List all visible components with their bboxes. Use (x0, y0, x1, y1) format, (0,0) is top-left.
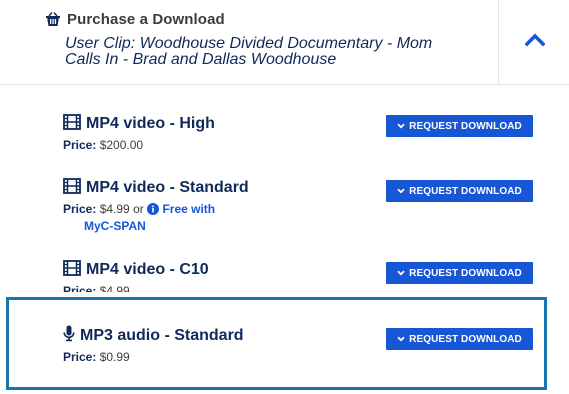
film-icon (63, 259, 81, 281)
purchase-download-header: Purchase a Download User Clip: Woodhouse… (0, 0, 569, 85)
option-title: MP4 video - C10 (86, 261, 209, 278)
chevron-down-icon (397, 268, 405, 279)
option-title: MP4 video - Standard (86, 179, 249, 196)
request-download-button[interactable]: REQUEST DOWNLOAD (386, 262, 533, 284)
option-title: MP4 video - High (86, 115, 215, 132)
chevron-down-icon (397, 186, 405, 197)
film-icon (63, 177, 81, 199)
request-download-button[interactable]: REQUEST DOWNLOAD (386, 180, 533, 202)
header-title: Purchase a Download (67, 11, 225, 28)
free-with-myc-span-link-line2[interactable]: MyC-SPAN (63, 219, 533, 234)
collapse-toggle-button[interactable] (498, 0, 569, 84)
chevron-up-icon (523, 32, 546, 52)
info-icon (147, 203, 160, 219)
request-download-button[interactable]: REQUEST DOWNLOAD (386, 115, 533, 137)
header-title-row: Purchase a Download (45, 11, 225, 28)
film-icon (63, 113, 81, 135)
chevron-down-icon (397, 121, 405, 132)
option-price: Price: $4.99 or Free with MyC-SPAN (63, 202, 533, 234)
option-price: Price: $200.00 (63, 138, 144, 152)
clip-title: User Clip: Woodhouse Divided Documentary… (65, 35, 433, 68)
highlight-box (6, 297, 547, 390)
free-with-myc-span-link[interactable]: Free with (147, 202, 215, 216)
basket-icon (45, 12, 61, 27)
